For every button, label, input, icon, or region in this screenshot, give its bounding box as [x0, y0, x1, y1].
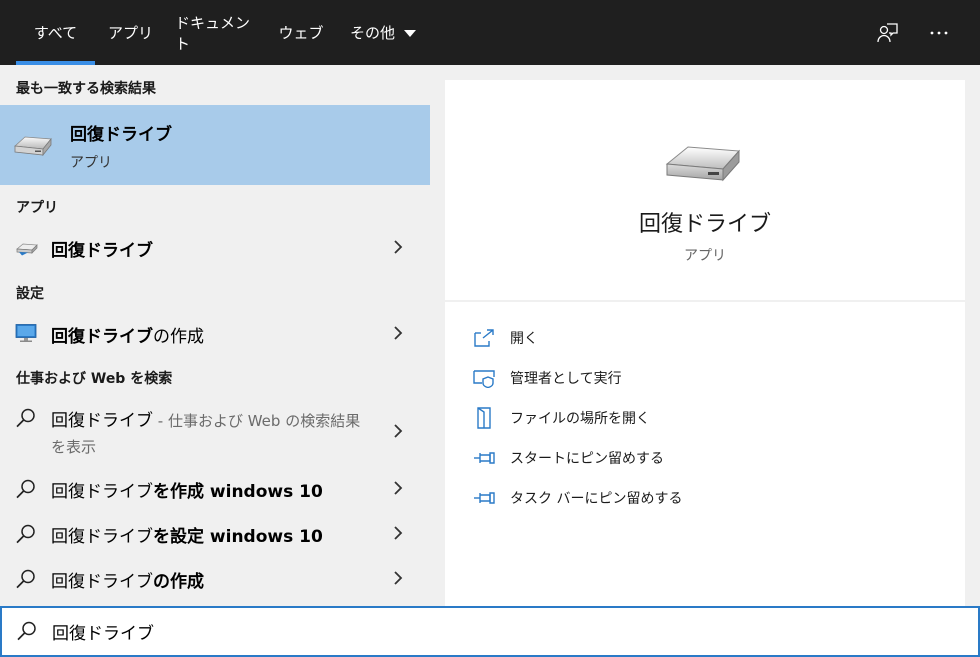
- tab-more[interactable]: その他: [344, 0, 422, 65]
- search-icon: [15, 523, 37, 549]
- web-result-text: 回復ドライブを設定 windows 10: [51, 522, 323, 547]
- web-result-muted: - 仕事および Web の検索結果: [153, 412, 361, 430]
- pin-icon: [473, 447, 495, 469]
- tab-all[interactable]: すべて: [16, 0, 95, 65]
- best-match-subtitle: アプリ: [70, 155, 112, 171]
- pin-to-taskbar-action[interactable]: タスク バーにピン留めする: [473, 485, 682, 511]
- monitor-icon: [15, 323, 37, 347]
- preview-subtitle: アプリ: [684, 248, 726, 264]
- chevron-right-icon: [394, 240, 403, 254]
- drive-small-icon: [16, 239, 38, 261]
- settings-result-create-recovery-drive[interactable]: 回復ドライブの作成: [0, 315, 430, 351]
- web-result-prefix: 回復ドライブ: [51, 527, 153, 547]
- more-options-icon[interactable]: [922, 16, 956, 50]
- feedback-icon[interactable]: [870, 16, 904, 50]
- web-result-text: 回復ドライブの作成: [51, 567, 204, 592]
- chevron-down-icon: [404, 30, 416, 37]
- search-icon: [15, 407, 37, 433]
- tab-all-label: すべて: [33, 24, 78, 42]
- search-input[interactable]: [52, 616, 952, 646]
- tab-apps[interactable]: アプリ: [104, 0, 157, 65]
- best-match-title: 回復ドライブ: [70, 125, 172, 145]
- web-result-settings-windows10[interactable]: 回復ドライブを設定 windows 10: [0, 515, 430, 551]
- chevron-right-icon: [394, 326, 403, 340]
- web-result-prefix: 回復ドライブ: [51, 572, 153, 592]
- settings-result-rest: の作成: [153, 327, 204, 347]
- chevron-right-icon: [394, 424, 403, 438]
- run-as-admin-action[interactable]: 管理者として実行: [473, 365, 622, 391]
- drive-icon: [663, 137, 743, 191]
- run-as-admin-label: 管理者として実行: [510, 371, 622, 387]
- tab-web[interactable]: ウェブ: [277, 0, 325, 65]
- web-result-prefix: 回復ドライブ: [51, 411, 153, 431]
- open-file-location-action[interactable]: ファイルの場所を開く: [473, 405, 650, 431]
- best-match-header: 最も一致する検索結果: [16, 81, 156, 97]
- app-result-recovery-drive[interactable]: 回復ドライブ: [0, 229, 430, 265]
- results-list: 最も一致する検索結果 回復ドライブ アプリ アプリ 回復ドライブ 設定 回復ドラ…: [0, 65, 430, 606]
- settings-header: 設定: [16, 286, 44, 302]
- search-icon: [16, 620, 38, 646]
- web-result-bold: の作成: [153, 572, 204, 592]
- web-result-bold: を作成 windows 10: [153, 482, 323, 502]
- shield-icon: [473, 367, 495, 389]
- search-icon: [15, 568, 37, 594]
- app-result-label: 回復ドライブ: [51, 241, 153, 261]
- tab-web-label: ウェブ: [278, 24, 324, 42]
- chevron-right-icon: [394, 526, 403, 540]
- pin-icon: [473, 487, 495, 509]
- chevron-right-icon: [394, 571, 403, 585]
- drive-icon: [13, 129, 53, 165]
- web-result-create-windows10[interactable]: 回復ドライブを作成 windows 10: [0, 470, 430, 506]
- preview-title: 回復ドライブ: [638, 212, 771, 237]
- open-action[interactable]: 開く: [473, 325, 538, 351]
- settings-result-bold: 回復ドライブ: [51, 327, 153, 347]
- open-file-location-label: ファイルの場所を開く: [510, 411, 650, 427]
- search-box: [0, 606, 980, 657]
- apps-header: アプリ: [16, 200, 58, 216]
- action-list: 開く 管理者として実行 ファイルの場所を開く スタートにピン留めする タスク バ…: [445, 302, 965, 606]
- web-result-text: 回復ドライブを作成 windows 10: [51, 477, 323, 502]
- tab-apps-label: アプリ: [107, 24, 153, 42]
- search-filter-bar: すべて アプリ ドキュメント ウェブ その他: [0, 0, 980, 65]
- web-result-line2: を表示: [51, 438, 97, 456]
- web-result-create[interactable]: 回復ドライブの作成: [0, 560, 430, 596]
- best-match-item[interactable]: 回復ドライブ アプリ: [0, 105, 430, 185]
- web-result-text: 回復ドライブ - 仕事および Web の検索結果: [51, 406, 360, 431]
- settings-result-label: 回復ドライブの作成: [51, 322, 204, 347]
- preview-card: 回復ドライブ アプリ: [445, 80, 965, 300]
- pin-to-start-action[interactable]: スタートにピン留めする: [473, 445, 664, 471]
- web-header: 仕事および Web を検索: [16, 371, 173, 387]
- tab-more-label: その他: [349, 24, 395, 42]
- chevron-right-icon: [394, 481, 403, 495]
- preview-pane: 回復ドライブ アプリ 開く 管理者として実行 ファイルの場所を開く スタートにピ…: [445, 80, 965, 606]
- tab-documents-label: ドキュメント: [175, 13, 251, 53]
- web-result-show-results[interactable]: 回復ドライブ - 仕事および Web の検索結果 を表示: [0, 399, 430, 459]
- search-icon: [15, 478, 37, 504]
- pin-to-start-label: スタートにピン留めする: [510, 451, 664, 467]
- web-result-prefix: 回復ドライブ: [51, 482, 153, 502]
- open-action-label: 開く: [510, 331, 538, 347]
- open-icon: [473, 327, 495, 349]
- file-location-icon: [473, 407, 495, 429]
- pin-to-taskbar-label: タスク バーにピン留めする: [510, 491, 683, 507]
- tab-documents[interactable]: ドキュメント: [175, 0, 259, 65]
- web-result-bold: を設定 windows 10: [153, 527, 323, 547]
